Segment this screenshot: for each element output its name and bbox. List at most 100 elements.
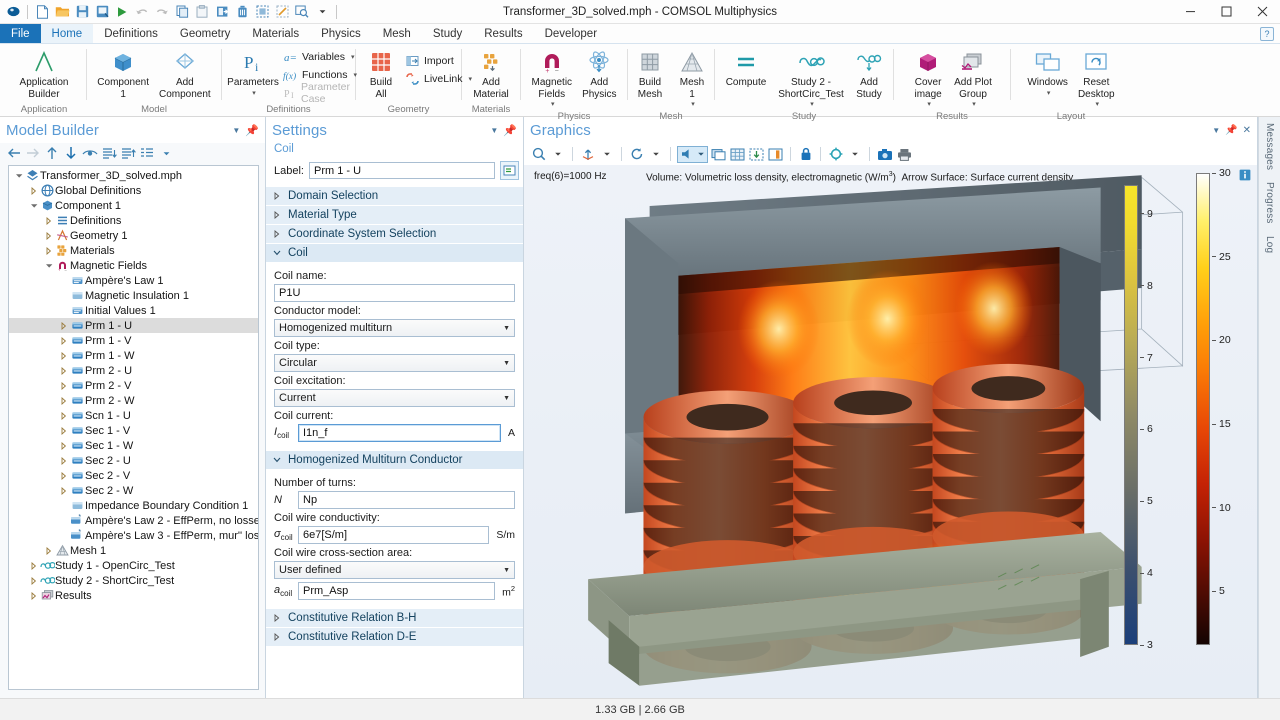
tree-collapse-icon[interactable]: [43, 263, 54, 269]
component-1-button[interactable]: Component 1: [93, 47, 153, 102]
add-plot-group-button[interactable]: Add Plot Group ▾: [950, 47, 996, 110]
area-input[interactable]: [298, 582, 496, 600]
graphics-close-icon[interactable]: ✕: [1243, 125, 1251, 136]
tree-node[interactable]: Mesh 1: [9, 543, 258, 558]
tree-node[interactable]: Study 2 - ShortCirc_Test: [9, 573, 258, 588]
run-icon[interactable]: [113, 3, 131, 21]
rail-tab-log[interactable]: Log: [1264, 236, 1275, 253]
tree-expand-icon[interactable]: [58, 336, 69, 345]
update-plot-icon[interactable]: [827, 146, 844, 163]
delete-icon[interactable]: [233, 3, 251, 21]
tree-node[interactable]: Prm 1 - U: [9, 318, 258, 333]
orientation-chevron-down-icon[interactable]: [598, 146, 615, 163]
tree-node[interactable]: Scn 1 - U: [9, 408, 258, 423]
section-constitutive-relation-bh[interactable]: Constitutive Relation B-H: [266, 608, 523, 627]
coil-current-input[interactable]: [298, 424, 501, 442]
cover-image-button[interactable]: Cover image ▾: [908, 47, 948, 110]
section-coordinate-system-selection[interactable]: Coordinate System Selection: [266, 224, 523, 243]
tab-developer[interactable]: Developer: [534, 24, 608, 43]
add-physics-button[interactable]: Add Physics: [578, 47, 620, 102]
paste-icon[interactable]: [193, 3, 211, 21]
rename-icon[interactable]: [500, 161, 519, 180]
tree-node[interactable]: Results: [9, 588, 258, 603]
coil-type-select[interactable]: Circular ▼: [274, 354, 515, 372]
select-box-icon[interactable]: [253, 3, 271, 21]
mesh-1-button[interactable]: Mesh 1 ▾: [672, 47, 712, 110]
settings-pin-icon[interactable]: 📌: [503, 124, 517, 137]
section-coil[interactable]: Coil: [266, 243, 523, 262]
application-builder-button[interactable]: Application Builder: [16, 47, 73, 102]
tab-study[interactable]: Study: [422, 24, 473, 43]
parameters-caret-icon[interactable]: ▾: [252, 89, 256, 97]
coil-collapse-icon[interactable]: [272, 250, 282, 256]
maximize-button[interactable]: [1208, 0, 1244, 24]
graphics-render-area[interactable]: freq(6)=1000 Hz Volume: Volumetric loss …: [524, 165, 1257, 698]
tree-node[interactable]: Prm 1 - V: [9, 333, 258, 348]
tree-node[interactable]: Transformer_3D_solved.mph: [9, 168, 258, 183]
color-legend-icon[interactable]: [767, 146, 784, 163]
transparency-icon[interactable]: [710, 146, 727, 163]
new-file-icon[interactable]: [33, 3, 51, 21]
tree-expand-icon[interactable]: [58, 366, 69, 375]
tree-node[interactable]: Sec 2 - V: [9, 468, 258, 483]
bh-expand-icon[interactable]: [272, 614, 282, 622]
print-icon[interactable]: [896, 146, 913, 163]
mesh-1-caret-icon[interactable]: ▾: [691, 100, 695, 108]
variables-button[interactable]: a= Variables ▾: [281, 49, 361, 65]
tree-expand-icon[interactable]: [28, 576, 39, 585]
tree-expand-icon[interactable]: [58, 456, 69, 465]
tree-node[interactable]: Sec 1 - W: [9, 438, 258, 453]
tree-expand-icon[interactable]: [58, 441, 69, 450]
node-list-icon[interactable]: [139, 145, 155, 161]
help-button[interactable]: ?: [1260, 26, 1274, 41]
tree-collapse-icon[interactable]: [28, 203, 39, 209]
section-homogenized-multiturn-conductor[interactable]: Homogenized Multiturn Conductor: [266, 450, 523, 469]
section-material-type[interactable]: Material Type: [266, 205, 523, 224]
windows-caret-icon[interactable]: ▾: [1047, 89, 1051, 97]
tree-expand-icon[interactable]: [58, 396, 69, 405]
parameters-button[interactable]: Pi Parameters ▾: [227, 47, 279, 99]
reset-desktop-caret-icon[interactable]: ▾: [1096, 100, 1100, 108]
open-folder-icon[interactable]: [53, 3, 71, 21]
tree-node[interactable]: Geometry 1: [9, 228, 258, 243]
quick-access-caret-icon[interactable]: [313, 3, 331, 21]
zoom-extents-icon[interactable]: [748, 146, 765, 163]
tree-expand-icon[interactable]: [58, 351, 69, 360]
add-study-button[interactable]: Add Study: [849, 47, 889, 102]
tree-expand-icon[interactable]: [28, 561, 39, 570]
tree-node[interactable]: + − Magnetic Fields: [9, 258, 258, 273]
close-button[interactable]: [1244, 0, 1280, 24]
snapshot-icon[interactable]: [876, 146, 894, 163]
tree-node[interactable]: * Ampère's Law 3 - EffPerm, mur'' losses: [9, 528, 258, 543]
tree-node[interactable]: Sec 1 - V: [9, 423, 258, 438]
tree-node[interactable]: Global Definitions: [9, 183, 258, 198]
tree-node[interactable]: Ampère's Law 1: [9, 273, 258, 288]
tree-expand-icon[interactable]: [43, 216, 54, 225]
section-domain-selection[interactable]: Domain Selection: [266, 186, 523, 205]
add-material-button[interactable]: Add Material: [469, 47, 513, 102]
coil-excitation-select[interactable]: Current ▼: [274, 389, 515, 407]
coil-type-chevron-down-icon[interactable]: ▼: [503, 360, 510, 367]
collapse-all-icon[interactable]: [101, 145, 117, 161]
tree-node[interactable]: Sec 2 - U: [9, 453, 258, 468]
duplicate-icon[interactable]: [213, 3, 231, 21]
de-expand-icon[interactable]: [272, 633, 282, 641]
tab-file[interactable]: File: [0, 24, 41, 43]
coil-excitation-chevron-down-icon[interactable]: ▼: [503, 395, 510, 402]
tree-expand-icon[interactable]: [28, 186, 39, 195]
tree-node[interactable]: Materials: [9, 243, 258, 258]
variables-caret-icon[interactable]: ▾: [351, 53, 355, 61]
tree-node[interactable]: Impedance Boundary Condition 1: [9, 498, 258, 513]
copy-icon[interactable]: [173, 3, 191, 21]
back-icon[interactable]: [6, 145, 22, 161]
hmt-collapse-icon[interactable]: [272, 457, 282, 463]
tree-node[interactable]: Initial Values 1: [9, 303, 258, 318]
deselect-icon[interactable]: [273, 3, 291, 21]
orientation-axis-icon[interactable]: [579, 146, 596, 163]
tab-materials[interactable]: Materials: [241, 24, 310, 43]
tree-node[interactable]: Sec 2 - W: [9, 483, 258, 498]
zoom-chevron-down-icon[interactable]: [549, 146, 566, 163]
panel-pin-icon[interactable]: 📌: [245, 124, 259, 137]
tab-geometry[interactable]: Geometry: [169, 24, 242, 43]
model-tree[interactable]: Transformer_3D_solved.mph Global Definiti…: [8, 165, 259, 690]
